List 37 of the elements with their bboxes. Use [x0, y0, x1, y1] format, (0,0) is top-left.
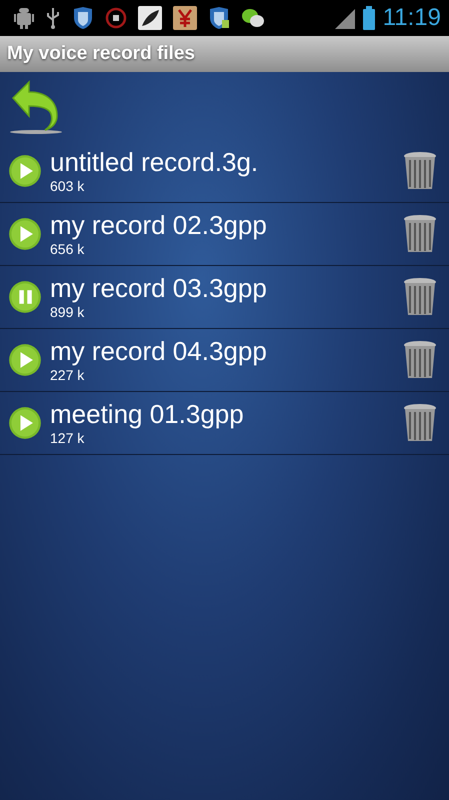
trash-can-icon[interactable]	[403, 403, 437, 443]
shield-icon	[72, 6, 94, 30]
trash-can-icon[interactable]	[403, 214, 437, 254]
yen-icon	[173, 6, 197, 30]
file-size: 227 k	[50, 366, 86, 384]
play-button-icon[interactable]	[8, 154, 42, 188]
file-name: untitled record.3g.	[50, 147, 260, 177]
title-bar: My voice record files	[0, 36, 449, 72]
play-button-icon[interactable]	[8, 343, 42, 377]
file-name: my record 03.3gpp	[50, 273, 268, 303]
leaf-icon	[138, 6, 162, 30]
file-row[interactable]: meeting 01.3gpp 127 k	[0, 392, 449, 455]
trash-can-icon[interactable]	[403, 151, 437, 191]
file-row[interactable]: my record 04.3gpp 227 k	[0, 329, 449, 392]
file-name: meeting 01.3gpp	[50, 399, 245, 429]
trash-can-icon[interactable]	[403, 277, 437, 317]
chat-icon	[241, 7, 265, 29]
trash-can-icon[interactable]	[403, 340, 437, 380]
file-size: 603 k	[50, 177, 86, 195]
file-size: 656 k	[50, 240, 86, 258]
usb-icon	[45, 7, 61, 29]
pause-button-icon[interactable]	[8, 280, 42, 314]
file-size: 127 k	[50, 429, 86, 447]
clock-time: 11:19	[382, 4, 441, 32]
file-size: 899 k	[50, 303, 86, 321]
play-button-icon[interactable]	[8, 406, 42, 440]
battery-icon	[362, 6, 375, 30]
robot-icon	[14, 7, 34, 29]
file-row[interactable]: my record 02.3gpp 656 k	[0, 203, 449, 266]
file-name: my record 04.3gpp	[50, 336, 268, 366]
play-button-icon[interactable]	[8, 217, 42, 251]
file-name: my record 02.3gpp	[50, 210, 268, 240]
file-row[interactable]: untitled record.3g. 603 k	[0, 140, 449, 203]
shield-icon	[208, 6, 230, 30]
signal-icon	[332, 7, 355, 29]
back-arrow-icon[interactable]	[9, 80, 63, 136]
file-row[interactable]: my record 03.3gpp 899 k	[0, 266, 449, 329]
